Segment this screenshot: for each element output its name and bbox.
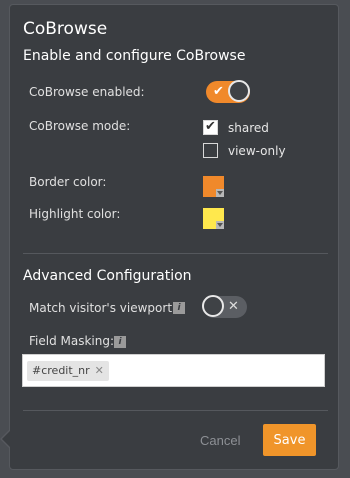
advanced-section-title: Advanced Configuration (23, 268, 192, 284)
x-icon: ✕ (228, 299, 239, 314)
section-divider (23, 253, 328, 254)
cobrowse-enabled-toggle[interactable]: ✔ (206, 80, 250, 103)
match-viewport-toggle[interactable]: ✕ (202, 295, 247, 318)
mode-view-only-checkbox[interactable] (203, 143, 218, 158)
dialog-title: CoBrowse (23, 19, 108, 39)
remove-tag-icon[interactable]: ✕ (95, 364, 104, 377)
cobrowse-enabled-label: CoBrowse enabled: (29, 85, 145, 99)
border-color-label: Border color: (29, 175, 107, 189)
tag-label: #credit_nr (32, 364, 90, 377)
cancel-button[interactable]: Cancel (200, 433, 240, 448)
toggle-knob (228, 80, 250, 102)
info-icon[interactable]: i (173, 302, 185, 314)
toggle-knob (202, 295, 224, 317)
highlight-color-label: Highlight color: (29, 207, 121, 221)
cobrowse-mode-label: CoBrowse mode: (29, 119, 131, 133)
dropdown-arrow-icon (216, 189, 224, 197)
border-color-picker[interactable] (203, 176, 224, 197)
check-icon: ✔ (213, 84, 224, 99)
dropdown-arrow-icon (216, 221, 224, 229)
mode-shared-checkbox[interactable]: ✔ (203, 119, 218, 135)
viewport-label: Match visitor's viewport: (29, 301, 177, 315)
mode-view-only-label: view-only (228, 144, 286, 158)
popover-pointer-fill (2, 431, 10, 447)
save-button[interactable]: Save (263, 424, 316, 456)
info-icon[interactable]: i (114, 336, 126, 348)
cobrowse-dialog: CoBrowse Enable and configure CoBrowse C… (9, 4, 339, 470)
field-masking-label: Field Masking: (29, 334, 115, 348)
dialog-subtitle: Enable and configure CoBrowse (23, 48, 246, 64)
footer-divider (23, 410, 328, 411)
highlight-color-picker[interactable] (203, 208, 224, 229)
field-masking-tag: #credit_nr ✕ (27, 361, 109, 381)
check-icon: ✔ (205, 119, 216, 134)
field-masking-input[interactable]: #credit_nr ✕ (22, 354, 325, 387)
mode-shared-label: shared (228, 121, 269, 135)
